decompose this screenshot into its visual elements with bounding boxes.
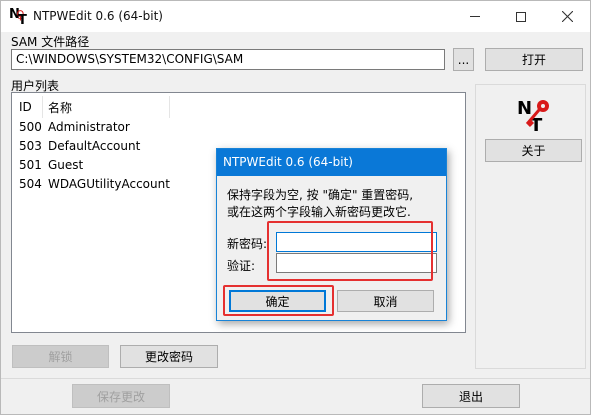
verify-password-label: 验证: <box>227 259 256 273</box>
side-panel: N T 关于 <box>475 84 586 369</box>
user-row[interactable]: 500 Administrator <box>12 120 212 139</box>
open-button[interactable]: 打开 <box>485 48 583 71</box>
window-title: NTPWEdit 0.6 (64-bit) <box>33 9 163 23</box>
dialog-title-bar[interactable]: NTPWEdit 0.6 (64-bit) <box>217 149 446 176</box>
user-name: DefaultAccount <box>48 139 141 153</box>
dialog-title: NTPWEdit 0.6 (64-bit) <box>223 155 353 169</box>
user-id: 504 <box>19 177 42 191</box>
ntpwedit-logo-icon: N T <box>517 98 549 133</box>
new-password-label: 新密码: <box>227 237 268 251</box>
minimize-button[interactable] <box>452 1 498 32</box>
about-button[interactable]: 关于 <box>485 139 582 162</box>
user-row[interactable]: 504 WDAGUtilityAccount <box>12 177 212 196</box>
dialog-message-line2: 或在这两个字段输入新密码更改它. <box>227 205 411 219</box>
column-header-id[interactable]: ID <box>19 97 32 117</box>
exit-button[interactable]: 退出 <box>422 384 520 408</box>
browse-button[interactable]: ... <box>453 48 474 71</box>
sam-path-label: SAM 文件路径 <box>11 35 90 49</box>
user-row[interactable]: 503 DefaultAccount <box>12 139 212 158</box>
cancel-button[interactable]: 取消 <box>337 290 434 312</box>
minimize-icon <box>470 16 480 17</box>
maximize-icon <box>516 11 526 22</box>
ok-highlight <box>223 285 334 316</box>
title-bar[interactable]: N ♀ T NTPWEdit 0.6 (64-bit) <box>1 1 590 32</box>
close-button[interactable] <box>544 1 590 32</box>
user-name: WDAGUtilityAccount <box>48 177 170 191</box>
column-divider[interactable] <box>169 96 170 118</box>
maximize-button[interactable] <box>498 1 544 32</box>
main-window: N ♀ T NTPWEdit 0.6 (64-bit) SAM 文件路径 C:\… <box>0 0 591 415</box>
divider <box>1 378 590 379</box>
sam-path-field[interactable]: C:\WINDOWS\SYSTEM32\CONFIG\SAM <box>11 49 445 70</box>
password-dialog: NTPWEdit 0.6 (64-bit) 保持字段为空, 按 "确定" 重置密… <box>216 148 447 321</box>
user-id: 503 <box>19 139 42 153</box>
unlock-button[interactable]: 解锁 <box>12 345 109 368</box>
change-password-button[interactable]: 更改密码 <box>120 345 218 368</box>
user-name: Administrator <box>48 120 130 134</box>
fields-highlight <box>267 221 433 281</box>
save-changes-button[interactable]: 保存更改 <box>72 384 170 408</box>
user-row[interactable]: 501 Guest <box>12 158 212 177</box>
close-icon <box>561 11 573 22</box>
app-icon: N ♀ T <box>9 7 27 28</box>
column-header-name[interactable]: 名称 <box>48 97 72 117</box>
column-divider[interactable] <box>42 96 43 118</box>
user-id: 501 <box>19 158 42 172</box>
user-name: Guest <box>48 158 84 172</box>
dialog-message-line1: 保持字段为空, 按 "确定" 重置密码, <box>227 188 414 202</box>
user-id: 500 <box>19 120 42 134</box>
